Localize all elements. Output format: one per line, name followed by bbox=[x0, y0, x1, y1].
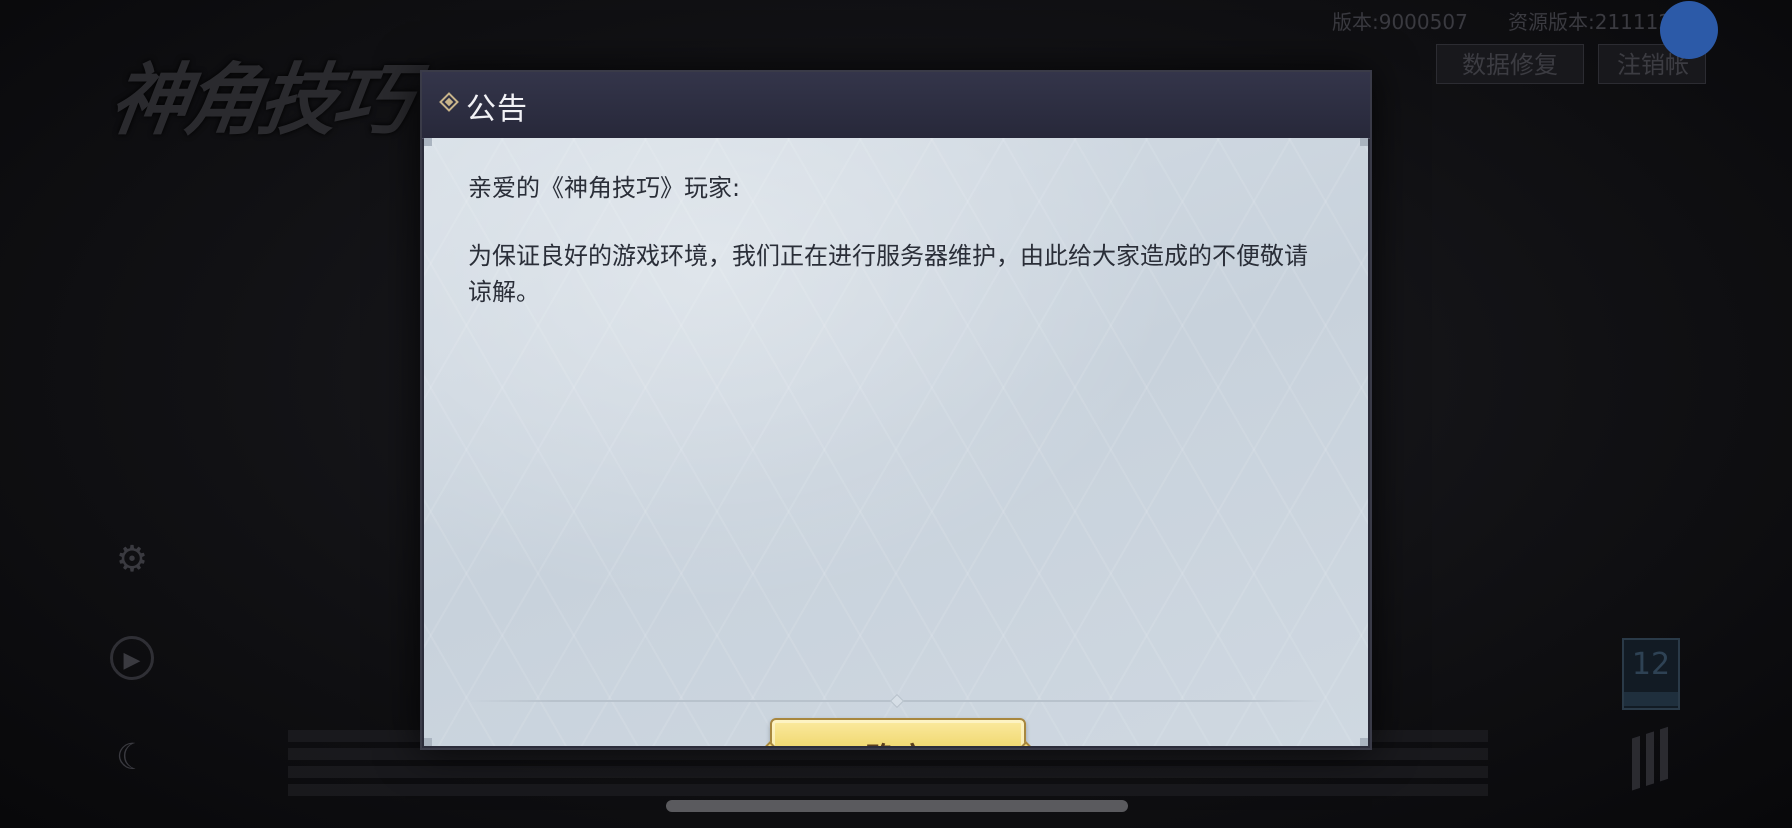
resource-version-label: 资源版本:2111120 bbox=[1508, 10, 1684, 34]
moon-icon[interactable]: ☾ bbox=[110, 736, 154, 780]
age-rating-number: 12 bbox=[1631, 647, 1671, 682]
age-rating-footer bbox=[1624, 692, 1678, 706]
assistive-touch-button[interactable] bbox=[1660, 1, 1718, 59]
diamond-icon bbox=[439, 92, 459, 112]
dialog-body: 亲爱的《神角技巧》玩家: 为保证良好的游戏环境，我们正在进行服务器维护，由此给大… bbox=[424, 138, 1368, 746]
corner-ornament bbox=[424, 738, 432, 746]
play-video-icon[interactable]: ▶ bbox=[110, 636, 154, 680]
dialog-title: 公告 bbox=[466, 92, 528, 127]
confirm-button[interactable]: 确定 bbox=[760, 718, 1036, 746]
age-rating-badge: 12 bbox=[1622, 638, 1680, 710]
corner-ornament bbox=[1360, 738, 1368, 746]
hex-background-pattern bbox=[424, 138, 1368, 746]
confirm-button-label: 确定 bbox=[772, 734, 1024, 746]
studio-logo-icon bbox=[1632, 725, 1672, 791]
data-repair-button[interactable]: 数据修复 bbox=[1436, 44, 1584, 84]
version-label: 版本:9000507 bbox=[1332, 10, 1468, 34]
corner-ornament bbox=[1360, 138, 1368, 146]
game-logo: 神角技巧 bbox=[104, 55, 414, 146]
announcement-greeting: 亲爱的《神角技巧》玩家: bbox=[468, 174, 741, 202]
corner-ornament bbox=[424, 138, 432, 146]
dialog-header: 公告 bbox=[422, 72, 1370, 139]
dialog-divider bbox=[468, 693, 1324, 709]
settings-gear-icon[interactable]: ⚙ bbox=[110, 538, 154, 582]
home-indicator-bar[interactable] bbox=[666, 800, 1128, 812]
announcement-dialog: 公告 亲爱的《神角技巧》玩家: 为保证良好的游戏环境，我们正在进行服务器维护，由… bbox=[420, 70, 1372, 750]
announcement-message: 为保证良好的游戏环境，我们正在进行服务器维护，由此给大家造成的不便敬请谅解。 bbox=[468, 242, 1308, 306]
game-screen: 神角技巧 版本:9000507 资源版本:2111120 数据修复 注销帐 ⚙ … bbox=[0, 0, 1792, 828]
